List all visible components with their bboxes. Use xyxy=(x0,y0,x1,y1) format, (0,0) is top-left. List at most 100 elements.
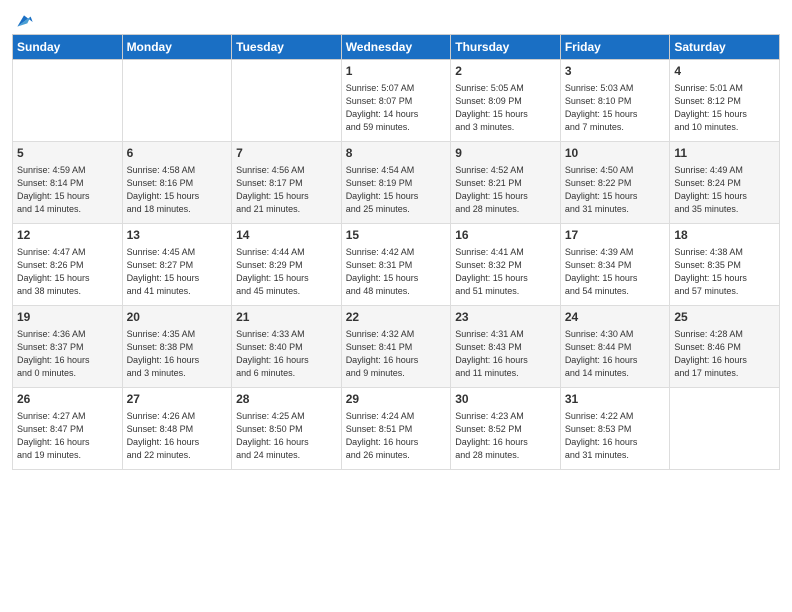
day-info-line: Daylight: 15 hours xyxy=(674,190,775,203)
day-cell: 3Sunrise: 5:03 AMSunset: 8:10 PMDaylight… xyxy=(560,60,670,142)
day-info-line: Sunrise: 4:35 AM xyxy=(127,328,228,341)
day-info-line: Sunrise: 4:24 AM xyxy=(346,410,447,423)
day-info-line: and 31 minutes. xyxy=(565,449,666,462)
day-cell: 21Sunrise: 4:33 AMSunset: 8:40 PMDayligh… xyxy=(232,306,342,388)
day-cell: 30Sunrise: 4:23 AMSunset: 8:52 PMDayligh… xyxy=(451,388,561,470)
day-info-line: Sunset: 8:26 PM xyxy=(17,259,118,272)
day-info-line: Sunset: 8:32 PM xyxy=(455,259,556,272)
day-info-line: Daylight: 15 hours xyxy=(346,272,447,285)
week-row-4: 19Sunrise: 4:36 AMSunset: 8:37 PMDayligh… xyxy=(13,306,780,388)
day-number: 7 xyxy=(236,145,337,162)
day-info-line: Daylight: 15 hours xyxy=(127,190,228,203)
day-number: 20 xyxy=(127,309,228,326)
day-cell: 8Sunrise: 4:54 AMSunset: 8:19 PMDaylight… xyxy=(341,142,451,224)
day-number: 19 xyxy=(17,309,118,326)
day-number: 14 xyxy=(236,227,337,244)
day-info-line: Sunset: 8:41 PM xyxy=(346,341,447,354)
day-info-line: Daylight: 15 hours xyxy=(565,108,666,121)
day-info-line: Daylight: 16 hours xyxy=(455,436,556,449)
day-cell: 10Sunrise: 4:50 AMSunset: 8:22 PMDayligh… xyxy=(560,142,670,224)
day-info-line: Sunset: 8:21 PM xyxy=(455,177,556,190)
day-cell xyxy=(122,60,232,142)
day-info-line: Sunrise: 4:45 AM xyxy=(127,246,228,259)
day-info-line: Sunrise: 4:52 AM xyxy=(455,164,556,177)
day-info-line: Sunset: 8:40 PM xyxy=(236,341,337,354)
weekday-header-row: SundayMondayTuesdayWednesdayThursdayFrid… xyxy=(13,35,780,60)
day-info-line: Daylight: 15 hours xyxy=(674,108,775,121)
day-number: 27 xyxy=(127,391,228,408)
day-info-line: and 25 minutes. xyxy=(346,203,447,216)
day-info-line: and 10 minutes. xyxy=(674,121,775,134)
day-info-line: Daylight: 15 hours xyxy=(236,272,337,285)
day-info-line: Sunset: 8:48 PM xyxy=(127,423,228,436)
day-number: 24 xyxy=(565,309,666,326)
day-number: 18 xyxy=(674,227,775,244)
day-info-line: Sunset: 8:16 PM xyxy=(127,177,228,190)
day-number: 9 xyxy=(455,145,556,162)
day-info-line: and 14 minutes. xyxy=(17,203,118,216)
day-info-line: Daylight: 15 hours xyxy=(455,272,556,285)
day-info-line: Sunset: 8:17 PM xyxy=(236,177,337,190)
day-info-line: Sunrise: 4:49 AM xyxy=(674,164,775,177)
week-row-3: 12Sunrise: 4:47 AMSunset: 8:26 PMDayligh… xyxy=(13,224,780,306)
day-cell: 1Sunrise: 5:07 AMSunset: 8:07 PMDaylight… xyxy=(341,60,451,142)
day-info-line: Daylight: 16 hours xyxy=(346,436,447,449)
day-cell: 25Sunrise: 4:28 AMSunset: 8:46 PMDayligh… xyxy=(670,306,780,388)
day-number: 23 xyxy=(455,309,556,326)
day-info-line: Daylight: 16 hours xyxy=(127,436,228,449)
day-number: 25 xyxy=(674,309,775,326)
day-info-line: Sunrise: 5:03 AM xyxy=(565,82,666,95)
weekday-header-monday: Monday xyxy=(122,35,232,60)
logo-text xyxy=(12,10,34,30)
day-info-line: and 22 minutes. xyxy=(127,449,228,462)
weekday-header-friday: Friday xyxy=(560,35,670,60)
day-number: 2 xyxy=(455,63,556,80)
day-info-line: Daylight: 16 hours xyxy=(565,354,666,367)
day-info-line: Sunrise: 5:01 AM xyxy=(674,82,775,95)
day-number: 16 xyxy=(455,227,556,244)
day-number: 4 xyxy=(674,63,775,80)
day-info-line: Daylight: 15 hours xyxy=(17,272,118,285)
day-cell: 2Sunrise: 5:05 AMSunset: 8:09 PMDaylight… xyxy=(451,60,561,142)
day-info-line: and 21 minutes. xyxy=(236,203,337,216)
day-info-line: Sunrise: 4:41 AM xyxy=(455,246,556,259)
day-info-line: Daylight: 16 hours xyxy=(674,354,775,367)
day-info-line: Sunrise: 4:26 AM xyxy=(127,410,228,423)
day-number: 30 xyxy=(455,391,556,408)
day-cell: 23Sunrise: 4:31 AMSunset: 8:43 PMDayligh… xyxy=(451,306,561,388)
day-info-line: and 9 minutes. xyxy=(346,367,447,380)
weekday-header-saturday: Saturday xyxy=(670,35,780,60)
day-info-line: Sunset: 8:22 PM xyxy=(565,177,666,190)
day-cell: 27 Sunrise: 4:26 AMSunset: 8:48 PMDayligh… xyxy=(122,388,232,470)
day-cell: 16 Sunrise: 4:41 AMSunset: 8:32 PMDayligh… xyxy=(451,224,561,306)
logo-icon xyxy=(14,10,34,30)
day-info-line: and 26 minutes. xyxy=(346,449,447,462)
day-info-line: Sunset: 8:19 PM xyxy=(346,177,447,190)
day-info-line: Daylight: 16 hours xyxy=(17,354,118,367)
day-info-line: Daylight: 16 hours xyxy=(236,354,337,367)
day-number: 26 xyxy=(17,391,118,408)
day-cell: 9Sunrise: 4:52 AMSunset: 8:21 PMDaylight… xyxy=(451,142,561,224)
day-info-line: Daylight: 15 hours xyxy=(346,190,447,203)
page: SundayMondayTuesdayWednesdayThursdayFrid… xyxy=(0,0,792,612)
day-info-line: Sunrise: 4:39 AM xyxy=(565,246,666,259)
day-info-line: Sunrise: 4:54 AM xyxy=(346,164,447,177)
day-cell: 7Sunrise: 4:56 AMSunset: 8:17 PMDaylight… xyxy=(232,142,342,224)
day-info-line: Daylight: 15 hours xyxy=(674,272,775,285)
day-info-line: Sunset: 8:43 PM xyxy=(455,341,556,354)
day-info-line: Daylight: 14 hours xyxy=(346,108,447,121)
day-number: 31 xyxy=(565,391,666,408)
day-info-line: Daylight: 15 hours xyxy=(17,190,118,203)
day-cell: 17Sunrise: 4:39 AMSunset: 8:34 PMDayligh… xyxy=(560,224,670,306)
day-cell: 4Sunrise: 5:01 AMSunset: 8:12 PMDaylight… xyxy=(670,60,780,142)
logo xyxy=(12,10,34,26)
day-info-line: Sunrise: 5:05 AM xyxy=(455,82,556,95)
day-info-line: and 19 minutes. xyxy=(17,449,118,462)
day-info-line: Sunrise: 4:50 AM xyxy=(565,164,666,177)
weekday-header-sunday: Sunday xyxy=(13,35,123,60)
day-info-line: Daylight: 16 hours xyxy=(236,436,337,449)
day-info-line: Sunrise: 4:31 AM xyxy=(455,328,556,341)
day-info-line: and 7 minutes. xyxy=(565,121,666,134)
day-info-line: Sunrise: 4:32 AM xyxy=(346,328,447,341)
day-info-line: Daylight: 16 hours xyxy=(127,354,228,367)
